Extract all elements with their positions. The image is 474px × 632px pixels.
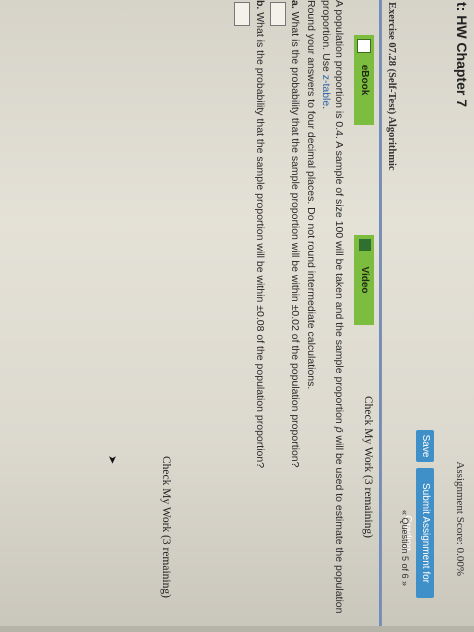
check-my-work-link-top[interactable]: Check My Work (3 remaining) bbox=[362, 396, 374, 538]
part-a-question: a. What is the probability that the samp… bbox=[289, 0, 302, 630]
video-button[interactable]: Video bbox=[354, 235, 374, 325]
save-button[interactable]: Save bbox=[416, 430, 434, 462]
intro-line1-post: will be used to estimate the population bbox=[333, 432, 345, 614]
video-label: Video bbox=[359, 266, 370, 294]
question-nav[interactable]: « Question 5 of 6 » bbox=[400, 510, 410, 586]
part-a-text: What is the probability that the sample … bbox=[289, 8, 302, 468]
intro-line2-pre: proportion. Use bbox=[320, 0, 333, 75]
rounding-instructions: Round your answers to four decimal place… bbox=[305, 0, 317, 390]
problem-intro: A population proportion is 0.4. A sample… bbox=[320, 0, 346, 630]
problem-content: A population proportion is 0.4. A sample… bbox=[231, 0, 346, 630]
check-my-work-link-bottom[interactable]: Check My Work (3 remaining) bbox=[160, 456, 172, 598]
rotated-page: t: HW Chapter 7 Assignment Score: 0.00% … bbox=[0, 0, 474, 632]
part-b-question: b. What is the probability that the samp… bbox=[254, 0, 266, 630]
part-b-text: What is the probability that the sample … bbox=[254, 9, 266, 469]
intro-line2-post: . bbox=[320, 106, 333, 110]
answer-b-input[interactable] bbox=[234, 2, 251, 26]
assignment-title: t: HW Chapter 7 bbox=[454, 2, 470, 107]
exercise-title: Exercise 07.28 (Self-Test) Algorithmic bbox=[386, 2, 397, 171]
part-a-letter: a. bbox=[289, 0, 302, 9]
assignment-score: Assignment Score: 0.00% bbox=[454, 461, 466, 576]
ebook-label: eBook bbox=[359, 64, 370, 96]
divider bbox=[379, 0, 381, 632]
submit-assignment-button[interactable]: Submit Assignment for Grading bbox=[402, 468, 434, 598]
part-b-letter: b. bbox=[254, 0, 266, 10]
ebook-button[interactable]: eBook bbox=[354, 35, 374, 125]
edge-shadow bbox=[0, 626, 474, 632]
mouse-cursor-icon: ➤ bbox=[106, 455, 118, 465]
intro-line1-pre: A population proportion is 0.4. A sample… bbox=[333, 0, 345, 427]
header-bar: t: HW Chapter 7 Assignment Score: 0.00% bbox=[448, 0, 474, 632]
answer-a-input[interactable] bbox=[270, 2, 286, 26]
exercise-header: Exercise 07.28 (Self-Test) Algorithmic bbox=[381, 0, 400, 632]
z-table-link[interactable]: z-table bbox=[321, 75, 333, 107]
